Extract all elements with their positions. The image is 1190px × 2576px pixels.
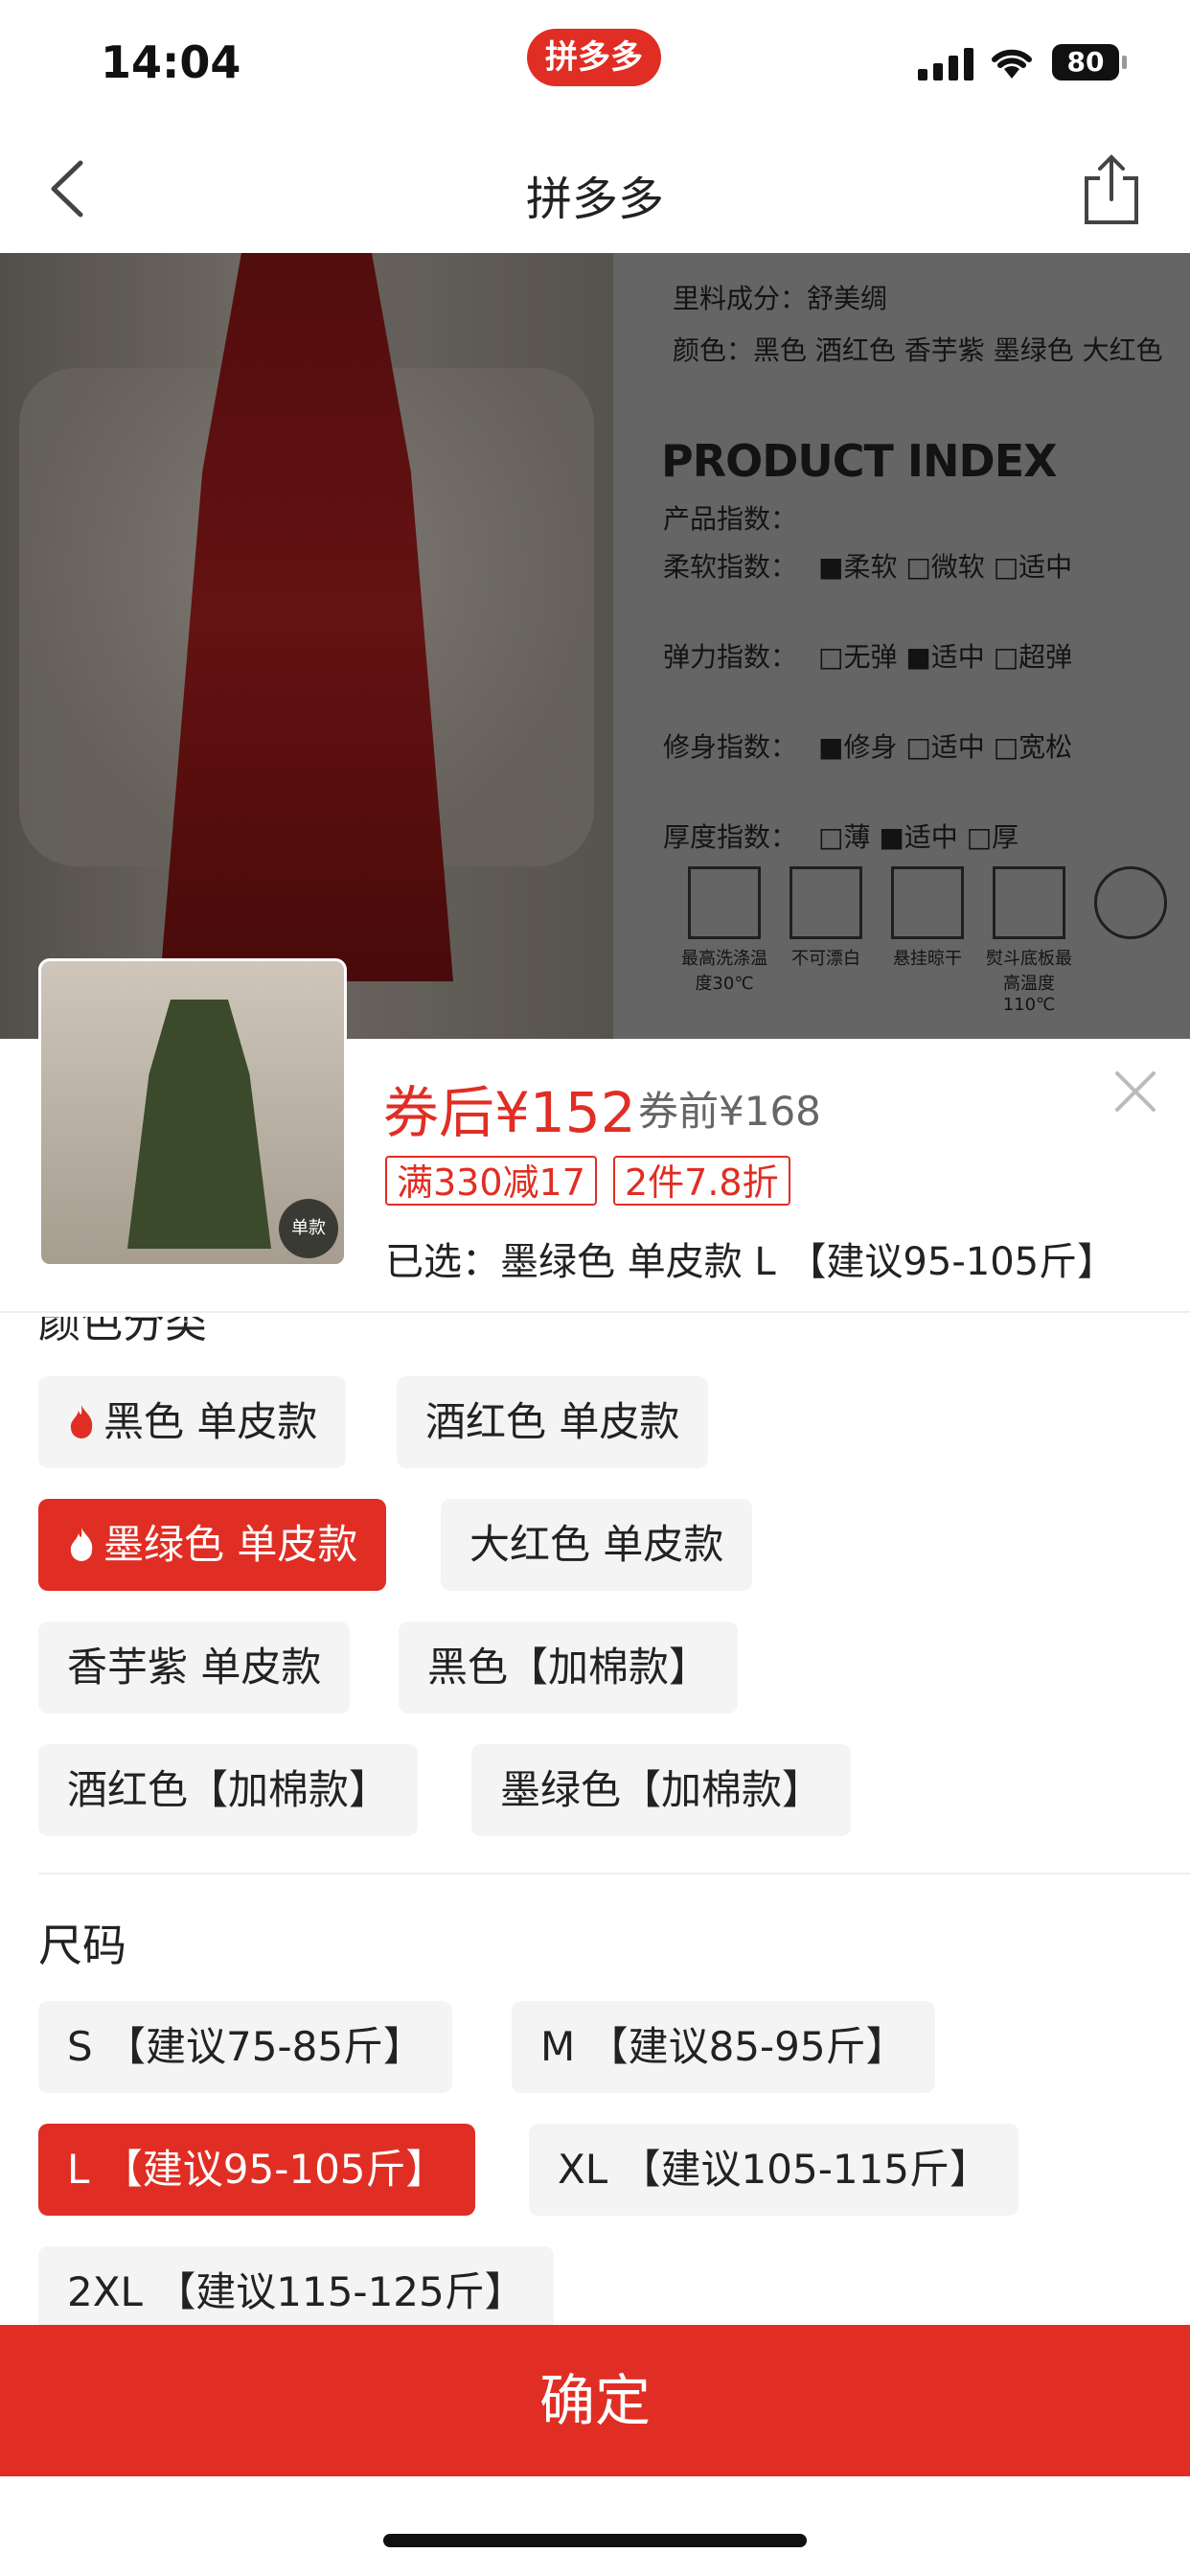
overlay-scrim[interactable] [0, 253, 1190, 1039]
size-option-label: 2XL 【建议115-125斤】 [67, 2268, 525, 2315]
promo-tag: 满330减17 [385, 1156, 597, 1206]
color-option-label: 黑色【加棉款】 [427, 1644, 710, 1690]
color-option-label: 酒红色【加棉款】 [67, 1766, 390, 1813]
price-after-coupon: 券后¥152 [383, 1080, 636, 1145]
hot-flame-icon [70, 1405, 93, 1438]
size-option-label: S 【建议75-85斤】 [67, 2023, 424, 2070]
section-divider [38, 1873, 1190, 1874]
green-coat-image [127, 1000, 271, 1249]
color-option-label: 香芋紫 单皮款 [67, 1644, 322, 1690]
color-option[interactable]: 酒红色【加棉款】 [38, 1744, 419, 1836]
color-option-label: 黑色 单皮款 [103, 1398, 318, 1445]
size-option-label: XL 【建议105-115斤】 [558, 2146, 991, 2193]
size-option-selected[interactable]: L 【建议95-105斤】 [38, 2124, 475, 2216]
sku-thumbnail[interactable]: 单款 [38, 958, 347, 1267]
thumb-badge: 单款 [279, 1199, 338, 1258]
close-icon[interactable] [1111, 1068, 1159, 1116]
promo-tag: 2件7.8折 [613, 1156, 790, 1206]
header-divider [0, 1311, 1190, 1313]
size-option-label: L 【建议95-105斤】 [67, 2146, 446, 2193]
size-option[interactable]: M 【建议85-95斤】 [512, 2001, 935, 2093]
battery-icon: 80 [1052, 44, 1127, 80]
color-option[interactable]: 黑色【加棉款】 [399, 1622, 739, 1714]
confirm-button[interactable]: 确定 [0, 2325, 1190, 2476]
color-option-label: 酒红色 单皮款 [425, 1398, 680, 1445]
price-before-coupon: 券前¥168 [638, 1088, 821, 1135]
color-option[interactable]: 大红色 单皮款 [441, 1499, 753, 1591]
product-image: 里料成分：舒美绸 颜色：黑色 酒红色 香芋紫 墨绿色 大红色 PRODUCT I… [0, 253, 1190, 1039]
size-option[interactable]: XL 【建议105-115斤】 [529, 2124, 1019, 2216]
color-option-label: 墨绿色【加棉款】 [500, 1766, 823, 1813]
color-section-title: 颜色分类 [38, 1317, 207, 1346]
wifi-icon [992, 49, 1032, 79]
app-badge[interactable]: 拼多多 [527, 29, 661, 86]
color-option[interactable]: 香芋紫 单皮款 [38, 1622, 351, 1714]
color-option[interactable]: 黑色 单皮款 [38, 1376, 347, 1468]
cellular-signal-icon [918, 46, 973, 80]
home-indicator[interactable] [383, 2534, 807, 2547]
share-icon[interactable] [1077, 153, 1146, 226]
color-option[interactable]: 酒红色 单皮款 [397, 1376, 709, 1468]
page-title: 拼多多 [525, 172, 664, 226]
size-option[interactable]: S 【建议75-85斤】 [38, 2001, 453, 2093]
status-time: 14:04 [101, 36, 241, 88]
color-option-label: 大红色 单皮款 [469, 1521, 724, 1568]
hot-flame-icon [70, 1528, 93, 1561]
nav-bar: 拼多多 [0, 126, 1190, 253]
color-option-selected[interactable]: 墨绿色 单皮款 [38, 1499, 387, 1591]
size-section-title: 尺码 [38, 1920, 126, 1971]
color-option[interactable]: 墨绿色【加棉款】 [471, 1744, 852, 1836]
color-option-label: 墨绿色 单皮款 [103, 1521, 358, 1568]
selected-sku-text: 已选：墨绿色 单皮款 L 【建议95-105斤】 [385, 1240, 1116, 1284]
size-option-label: M 【建议85-95斤】 [540, 2023, 906, 2070]
status-bar: 14:04 拼多多 80 [0, 0, 1190, 126]
